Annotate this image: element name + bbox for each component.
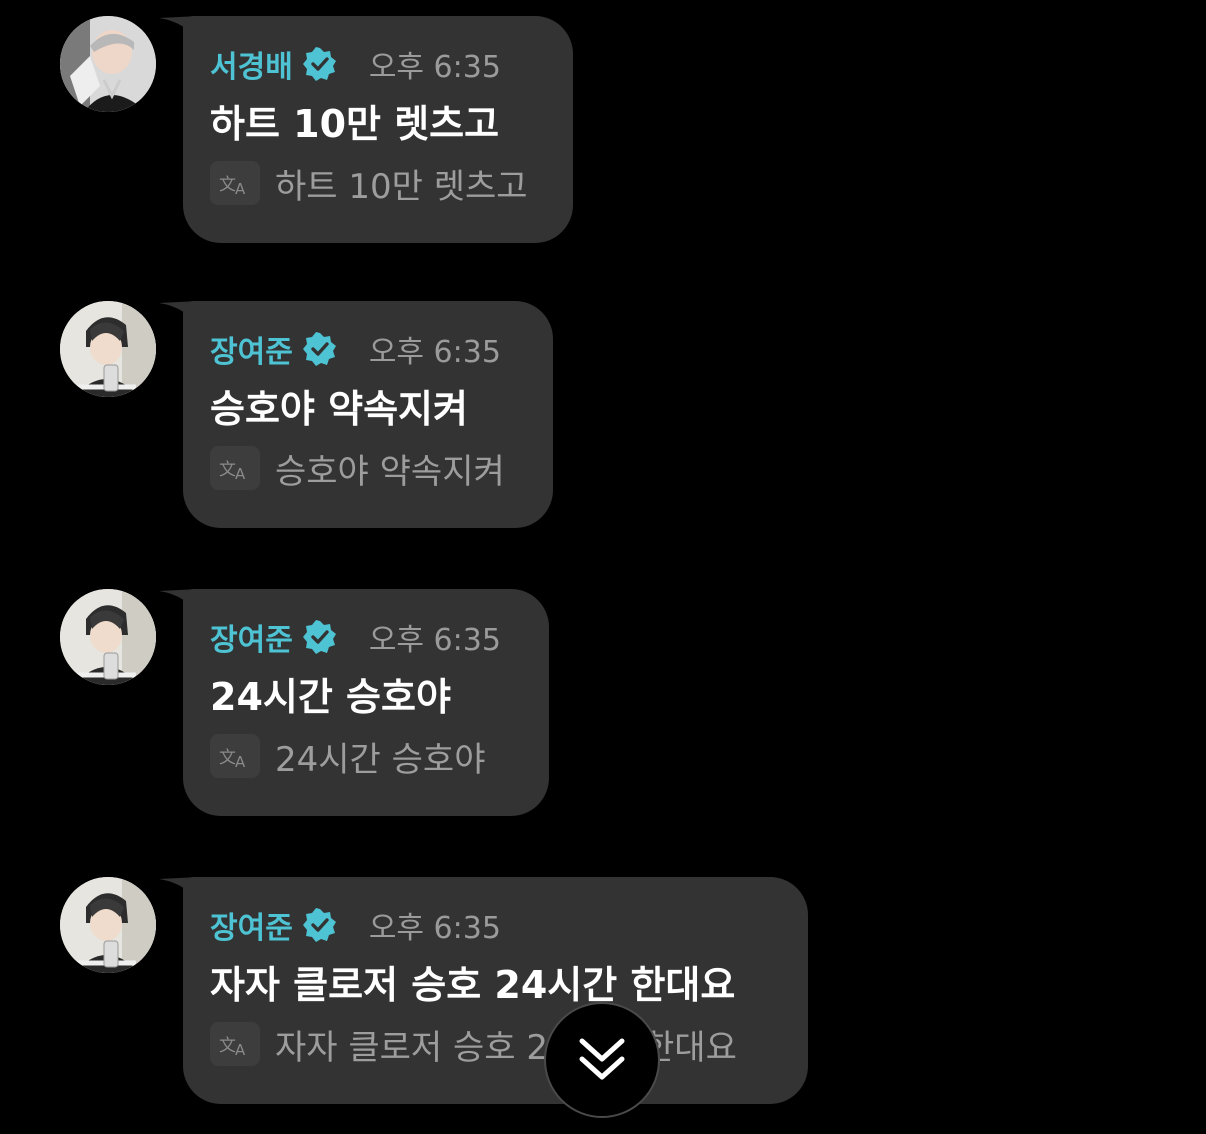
message-time: 오후 6:35 — [368, 335, 501, 370]
avatar-image-jang — [60, 589, 156, 685]
svg-text:文: 文 — [219, 1036, 236, 1056]
translate-icon[interactable]: 文 A — [210, 446, 260, 490]
svg-text:A: A — [235, 465, 246, 481]
svg-text:A: A — [235, 1041, 246, 1057]
message-time: 오후 6:35 — [368, 50, 501, 85]
avatar[interactable] — [60, 877, 156, 973]
avatar-image-seo — [60, 16, 156, 112]
message-header: 장여준 오후 6:35 — [210, 331, 523, 370]
translation-text: 24시간 승호야 — [275, 739, 486, 780]
message-text: 하트 10만 렛츠고 — [210, 102, 500, 146]
message-time: 오후 6:35 — [368, 911, 501, 946]
verified-badge-icon — [302, 332, 336, 366]
translation-text: 자자 클로저 승호 24시간 한대요 — [275, 1027, 737, 1068]
verified-badge-icon — [302, 47, 336, 81]
scroll-to-bottom-button[interactable] — [544, 1002, 660, 1118]
avatar[interactable] — [60, 301, 156, 397]
message-bubble[interactable]: 장여준 오후 6:35 24시간 승호야 文 A 24시간 승호야 — [183, 589, 549, 816]
message-time: 오후 6:35 — [368, 623, 501, 658]
avatar[interactable] — [60, 589, 156, 685]
message-text: 승호야 약속지켜 — [210, 387, 468, 431]
verified-badge-icon — [302, 908, 336, 942]
sender-name[interactable]: 장여준 — [210, 327, 293, 371]
translation-text: 하트 10만 렛츠고 — [275, 166, 528, 207]
message-text: 자자 클로저 승호 24시간 한대요 — [210, 963, 736, 1007]
message-header: 장여준 오후 6:35 — [210, 907, 778, 946]
translate-icon[interactable]: 文 A — [210, 734, 260, 778]
svg-text:文: 文 — [219, 175, 236, 195]
sender-name[interactable]: 장여준 — [210, 903, 293, 947]
translation-row: 文 A 승호야 약속지켜 — [210, 445, 523, 492]
avatar-image-jang — [60, 301, 156, 397]
translation-text: 승호야 약속지켜 — [275, 451, 505, 492]
svg-text:A: A — [235, 753, 246, 769]
svg-text:文: 文 — [219, 460, 236, 480]
translate-icon[interactable]: 文 A — [210, 1022, 260, 1066]
translate-icon[interactable]: 文 A — [210, 161, 260, 205]
avatar[interactable] — [60, 16, 156, 112]
svg-text:文: 文 — [219, 748, 236, 768]
message-header: 장여준 오후 6:35 — [210, 619, 519, 658]
message-bubble[interactable]: 장여준 오후 6:35 자자 클로저 승호 24시간 한대요 文 A 자자 클로… — [183, 877, 808, 1104]
sender-name[interactable]: 장여준 — [210, 615, 293, 659]
translation-row: 文 A 24시간 승호야 — [210, 733, 519, 780]
svg-text:A: A — [235, 180, 246, 196]
message-bubble[interactable]: 서경배 오후 6:35 하트 10만 렛츠고 文 A 하트 10만 렛츠고 — [183, 16, 573, 243]
message-bubble[interactable]: 장여준 오후 6:35 승호야 약속지켜 文 A 승호야 약속지켜 — [183, 301, 553, 528]
translation-row: 文 A 하트 10만 렛츠고 — [210, 160, 543, 207]
translation-row: 文 A 자자 클로저 승호 24시간 한대요 — [210, 1021, 778, 1068]
message-text: 24시간 승호야 — [210, 675, 451, 719]
verified-badge-icon — [302, 620, 336, 654]
sender-name[interactable]: 서경배 — [210, 42, 293, 86]
avatar-image-jang — [60, 877, 156, 973]
double-chevron-down-icon — [579, 1038, 625, 1080]
message-header: 서경배 오후 6:35 — [210, 46, 543, 85]
